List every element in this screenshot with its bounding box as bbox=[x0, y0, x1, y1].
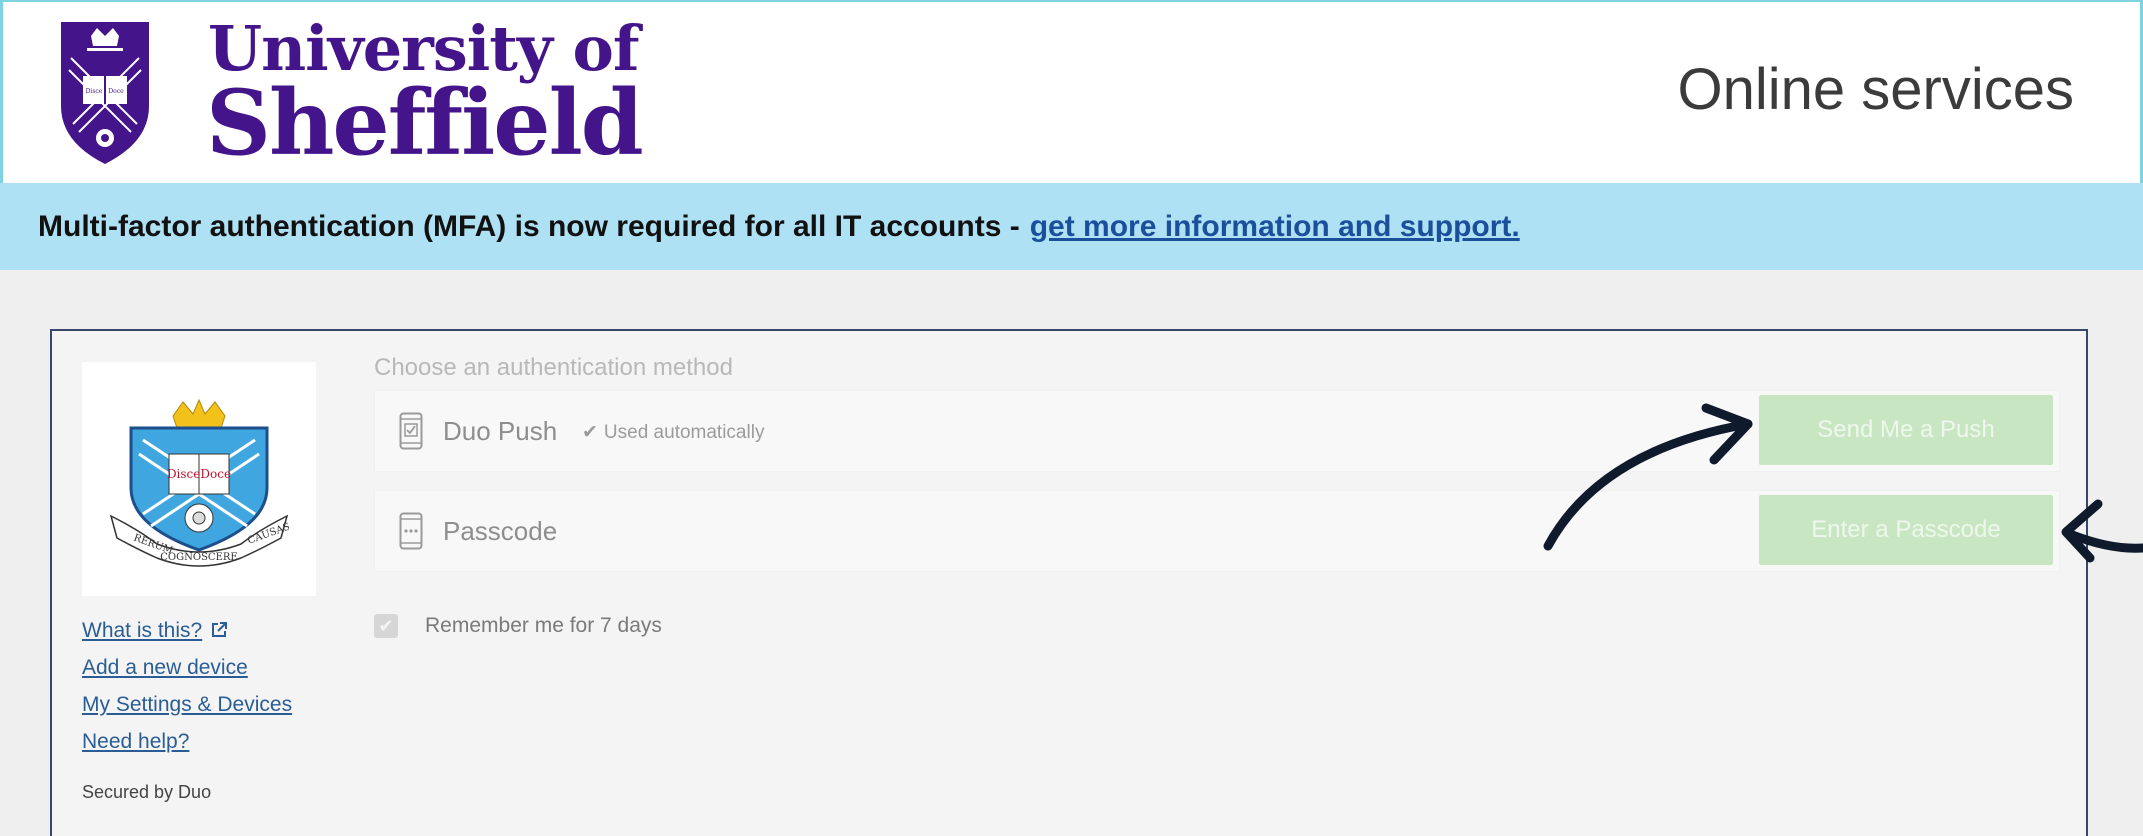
secured-by-duo: Secured by Duo bbox=[82, 782, 212, 802]
duo-auth-panel: DisceDoce RERUM COGNOSCERE CAUSAS What i… bbox=[50, 329, 2088, 836]
external-link-icon bbox=[212, 622, 228, 637]
method-row-passcode: Passcode Enter a Passcode bbox=[374, 490, 2060, 572]
add-new-device-link[interactable]: Add a new device bbox=[82, 649, 292, 686]
passcode-label: Passcode bbox=[443, 516, 558, 546]
remember-me-checkbox[interactable]: ✔ bbox=[374, 614, 398, 638]
university-logo-box: DisceDoce RERUM COGNOSCERE CAUSAS bbox=[82, 362, 316, 596]
mfa-support-link[interactable]: get more information and support. bbox=[1030, 210, 1520, 244]
need-help-link[interactable]: Need help? bbox=[82, 723, 292, 760]
choose-method-label: Choose an authentication method bbox=[374, 354, 733, 381]
what-is-this-link[interactable]: What is this? bbox=[82, 612, 292, 649]
mfa-banner-text: Multi-factor authentication (MFA) is now… bbox=[38, 209, 1020, 243]
site-header: Disce Doce University of Sheffield Onlin… bbox=[0, 0, 2143, 183]
phone-keypad-icon bbox=[399, 512, 423, 550]
university-shield-logo-icon: DisceDoce RERUM COGNOSCERE CAUSAS bbox=[109, 398, 289, 567]
remember-me: ✔ Remember me for 7 days bbox=[374, 614, 662, 638]
remember-me-label: Remember me for 7 days bbox=[425, 614, 662, 637]
enter-passcode-button[interactable]: Enter a Passcode bbox=[1759, 495, 2053, 565]
phone-check-icon bbox=[399, 412, 423, 450]
duo-push-label: Duo Push bbox=[443, 416, 558, 446]
mfa-banner: Multi-factor authentication (MFA) is now… bbox=[0, 183, 2143, 270]
crest-motto-left: Disce bbox=[86, 88, 103, 95]
logo-scroll-middle: COGNOSCERE bbox=[160, 552, 237, 563]
settings-devices-link[interactable]: My Settings & Devices bbox=[82, 686, 292, 723]
logo-book-text: DisceDoce bbox=[167, 467, 231, 481]
used-automatically-note: ✔ Used automatically bbox=[582, 421, 764, 444]
what-is-this-label: What is this? bbox=[82, 619, 203, 642]
method-row-duo-push: Duo Push ✔ Used automatically Send Me a P… bbox=[374, 390, 2060, 472]
sidebar-links: What is this? Add a new device My Settin… bbox=[82, 612, 292, 760]
crest-motto-right: Doce bbox=[108, 88, 124, 95]
page-title: Online services bbox=[1677, 57, 2074, 122]
used-automatically-text: Used automatically bbox=[603, 422, 765, 443]
university-name-line2: Sheffield bbox=[206, 70, 644, 176]
university-crest-icon: Disce Doce bbox=[61, 22, 149, 164]
send-push-button[interactable]: Send Me a Push bbox=[1759, 395, 2053, 465]
checkmark-icon: ✔ bbox=[582, 422, 598, 443]
